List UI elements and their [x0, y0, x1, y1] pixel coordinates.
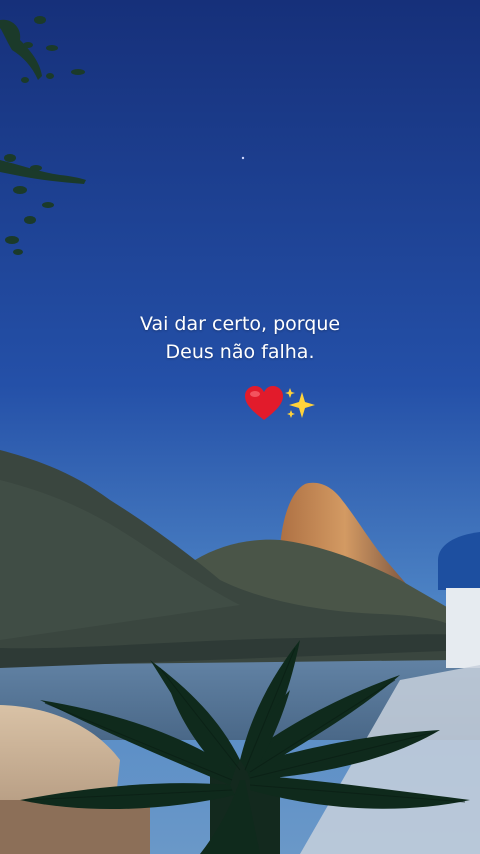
- white-pillar: [446, 588, 480, 668]
- story-caption: Vai dar certo, porque Deus não falha.: [0, 310, 480, 366]
- landscape-photo: [0, 0, 480, 854]
- story-photo: Vai dar certo, porque Deus não falha.: [0, 0, 480, 854]
- caption-line-1: Vai dar certo, porque: [139, 313, 341, 335]
- emoji-row: [244, 386, 324, 426]
- heart-icon: [245, 386, 283, 420]
- star: [241, 156, 245, 160]
- sparkles-icon: [285, 388, 315, 418]
- caption-line-2: Deus não falha.: [165, 341, 315, 363]
